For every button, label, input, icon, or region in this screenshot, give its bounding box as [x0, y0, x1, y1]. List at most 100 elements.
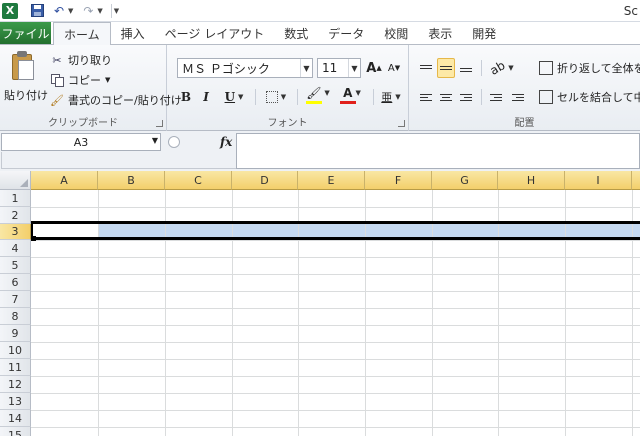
- italic-button[interactable]: I: [197, 87, 215, 107]
- borders-button[interactable]: ▼: [261, 87, 291, 107]
- row-header-2[interactable]: 2: [0, 207, 31, 224]
- underline-dropdown-icon[interactable]: ▼: [238, 93, 243, 101]
- undo-icon[interactable]: ↶: [52, 4, 66, 18]
- column-header-f[interactable]: F: [365, 171, 432, 190]
- tab-data[interactable]: データ: [318, 22, 374, 44]
- column-header-b[interactable]: B: [98, 171, 165, 190]
- formula-bar: A3 ▼ fx: [0, 131, 640, 171]
- format-painter-label: 書式のコピー/貼り付け: [68, 94, 182, 107]
- column-header-g[interactable]: G: [432, 171, 498, 190]
- column-header-c[interactable]: C: [165, 171, 232, 190]
- paint-bucket-icon: 🖌: [306, 86, 322, 100]
- alignment-group-label: 配置: [514, 118, 535, 129]
- excel-logo-icon[interactable]: X: [2, 2, 18, 19]
- worksheet-grid[interactable]: A B C D E F G H I 1 2 3 4 5 6 7 8 9 10 1…: [0, 171, 640, 436]
- format-painter-button[interactable]: 🖌 書式のコピー/貼り付け: [50, 91, 182, 109]
- font-size-combobox[interactable]: 11 ▼: [317, 58, 361, 78]
- align-center-button[interactable]: [437, 87, 455, 107]
- increase-indent-button[interactable]: [509, 87, 527, 107]
- row-header-10[interactable]: 10: [0, 342, 31, 359]
- fill-handle[interactable]: [31, 236, 36, 241]
- tab-page-layout[interactable]: ページ レイアウト: [155, 22, 275, 44]
- merge-center-button[interactable]: セルを結合して中央: [539, 87, 640, 107]
- grow-font-button[interactable]: A ▲: [365, 58, 383, 78]
- tab-file[interactable]: ファイル: [0, 22, 51, 44]
- active-cell-a3[interactable]: [31, 223, 98, 239]
- row-header-3[interactable]: 3: [0, 224, 31, 240]
- copy-button[interactable]: コピー ▼: [50, 71, 110, 89]
- formula-bar-resize-handle[interactable]: [168, 136, 180, 148]
- formula-input[interactable]: [236, 133, 640, 169]
- row-header-14[interactable]: 14: [0, 410, 31, 427]
- row-header-6[interactable]: 6: [0, 274, 31, 291]
- row-header-15[interactable]: 15: [0, 427, 31, 436]
- orientation-button[interactable]: ab ▼: [487, 58, 517, 78]
- phonetic-guide-button[interactable]: 亜 ▼: [377, 87, 405, 107]
- grid-line: [31, 274, 640, 275]
- clipboard-dialog-launcher-icon[interactable]: [156, 120, 163, 127]
- select-all-button[interactable]: [0, 171, 31, 190]
- font-name-combobox[interactable]: ＭＳ Ｐゴシック ▼: [177, 58, 313, 78]
- insert-function-icon[interactable]: fx: [220, 135, 232, 149]
- clipboard-group: 貼り付け ✂ 切り取り コピー ▼ 🖌 書式のコピー/貼り付け クリップボード: [0, 45, 182, 131]
- align-right-button[interactable]: [457, 87, 475, 107]
- column-header-partial[interactable]: [632, 171, 640, 190]
- tab-view[interactable]: 表示: [418, 22, 462, 44]
- save-icon[interactable]: [30, 4, 44, 18]
- row-header-13[interactable]: 13: [0, 393, 31, 410]
- row-header-8[interactable]: 8: [0, 308, 31, 325]
- phonetic-dropdown-icon[interactable]: ▼: [395, 93, 400, 101]
- column-header-h[interactable]: H: [498, 171, 565, 190]
- grid-line: [31, 359, 640, 360]
- undo-dropdown-icon[interactable]: ▼: [68, 7, 73, 15]
- tab-developer[interactable]: 開発: [462, 22, 506, 44]
- font-size-dropdown-icon[interactable]: ▼: [348, 59, 360, 77]
- paste-button[interactable]: 貼り付け: [4, 51, 48, 103]
- font-name-dropdown-icon[interactable]: ▼: [300, 59, 312, 77]
- font-color-dropdown-icon[interactable]: ▼: [355, 89, 360, 97]
- font-divider: [297, 89, 298, 105]
- shrink-font-button[interactable]: A ▼: [385, 58, 403, 78]
- middle-align-button[interactable]: [437, 58, 455, 78]
- copy-dropdown-icon[interactable]: ▼: [105, 76, 110, 84]
- tab-home[interactable]: ホーム: [53, 22, 111, 45]
- tab-review[interactable]: 校閲: [374, 22, 418, 44]
- redo-icon[interactable]: ↷: [81, 4, 95, 18]
- column-header-a[interactable]: A: [31, 171, 98, 190]
- fill-color-button[interactable]: 🖌 ▼: [303, 85, 333, 105]
- fill-color-dropdown-icon[interactable]: ▼: [324, 89, 329, 97]
- row-header-1[interactable]: 1: [0, 190, 31, 207]
- row-header-12[interactable]: 12: [0, 376, 31, 393]
- name-box-dropdown-icon[interactable]: ▼: [152, 136, 158, 145]
- font-color-button[interactable]: A ▼: [337, 85, 367, 105]
- grid-line: [565, 190, 566, 436]
- row-header-4[interactable]: 4: [0, 240, 31, 257]
- column-header-d[interactable]: D: [232, 171, 298, 190]
- cut-button[interactable]: ✂ 切り取り: [50, 51, 112, 69]
- row-header-9[interactable]: 9: [0, 325, 31, 342]
- font-dialog-launcher-icon[interactable]: [398, 120, 405, 127]
- redo-dropdown-icon[interactable]: ▼: [97, 7, 102, 15]
- ribbon: 貼り付け ✂ 切り取り コピー ▼ 🖌 書式のコピー/貼り付け クリップボード …: [0, 44, 640, 131]
- column-header-i[interactable]: I: [565, 171, 632, 190]
- wrap-text-label: 折り返して全体を表: [557, 62, 640, 75]
- orientation-dropdown-icon[interactable]: ▼: [508, 64, 513, 72]
- name-box[interactable]: A3 ▼: [1, 133, 161, 151]
- column-header-e[interactable]: E: [298, 171, 365, 190]
- grid-line: [298, 190, 299, 436]
- bold-button[interactable]: B: [177, 87, 195, 107]
- underline-button[interactable]: U ▼: [219, 87, 249, 107]
- top-align-button[interactable]: [417, 58, 435, 78]
- row-header-11[interactable]: 11: [0, 359, 31, 376]
- customize-toolbar-icon[interactable]: ▼: [114, 7, 119, 15]
- borders-dropdown-icon[interactable]: ▼: [281, 93, 286, 101]
- row-header-5[interactable]: 5: [0, 257, 31, 274]
- grid-line: [31, 308, 640, 309]
- row-header-7[interactable]: 7: [0, 291, 31, 308]
- decrease-indent-button[interactable]: [487, 87, 505, 107]
- bottom-align-button[interactable]: [457, 58, 475, 78]
- tab-insert[interactable]: 挿入: [111, 22, 155, 44]
- wrap-text-button[interactable]: 折り返して全体を表: [539, 58, 640, 78]
- tab-formulas[interactable]: 数式: [274, 22, 318, 44]
- align-left-button[interactable]: [417, 87, 435, 107]
